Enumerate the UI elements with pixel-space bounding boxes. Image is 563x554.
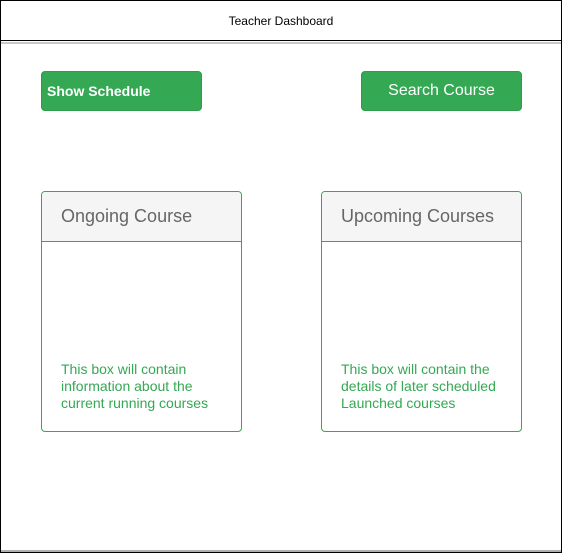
page-title: Teacher Dashboard [1,1,561,41]
upcoming-courses-description: This box will contain the details of lat… [341,361,496,411]
upcoming-courses-title: Upcoming Courses [322,192,521,242]
show-schedule-button[interactable]: Show Schedule [41,71,202,111]
ongoing-course-title: Ongoing Course [42,192,241,242]
ongoing-course-description: This box will contain information about … [61,361,209,411]
dashboard-window: Teacher Dashboard Show Schedule Search C… [0,0,562,553]
bottom-divider [1,550,561,552]
ongoing-course-card: Ongoing Course This box will contain inf… [41,191,242,432]
upcoming-courses-card: Upcoming Courses This box will contain t… [321,191,522,432]
search-course-button[interactable]: Search Course [361,71,522,111]
title-divider [1,42,561,44]
